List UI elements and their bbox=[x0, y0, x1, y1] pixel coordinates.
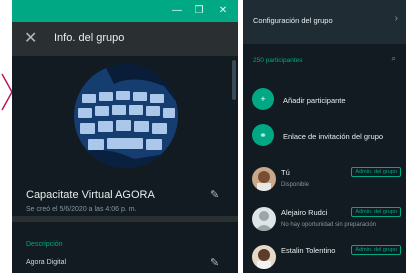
member-name: Alejairo Rudci bbox=[281, 208, 328, 217]
avatar bbox=[252, 207, 276, 231]
window-close-button[interactable]: ✕ bbox=[216, 4, 230, 18]
member-status: No hay oportunidad sin preparación bbox=[281, 222, 377, 228]
close-info-icon[interactable]: ✕ bbox=[24, 29, 37, 49]
info-header-title: Info. del grupo bbox=[54, 32, 125, 44]
edit-description-pencil-icon[interactable]: ✎ bbox=[210, 256, 219, 269]
group-profile-section: Capacitate Virtual AGORA ✎ Se creó el 5/… bbox=[12, 56, 238, 216]
edit-name-pencil-icon[interactable]: ✎ bbox=[210, 188, 219, 201]
description-label: Descripción bbox=[26, 241, 63, 248]
add-participant-label: Añadir participante bbox=[283, 96, 346, 105]
member-status: Disponible bbox=[281, 182, 310, 188]
info-header: ✕ Info. del grupo bbox=[12, 22, 238, 56]
group-photo[interactable] bbox=[74, 64, 178, 168]
group-settings-row[interactable]: Configuración del grupo › bbox=[243, 0, 406, 44]
participants-panel: Configuración del grupo › 250 participan… bbox=[243, 0, 406, 273]
member-row[interactable]: Estalin Tolentino Admin. del grupo bbox=[243, 238, 406, 273]
link-icon: ⚭ bbox=[252, 124, 274, 146]
scrollbar[interactable] bbox=[232, 60, 236, 100]
member-row[interactable]: Tú Disponible Admin. del grupo bbox=[243, 160, 406, 200]
group-settings-label: Configuración del grupo bbox=[253, 16, 333, 25]
avatar bbox=[252, 245, 276, 269]
maximize-button[interactable]: ❐ bbox=[192, 4, 206, 18]
participants-count: 250 participantes bbox=[253, 57, 303, 64]
chevron-right-icon: › bbox=[394, 13, 398, 24]
add-participant-icon: + bbox=[252, 88, 274, 110]
search-participants-icon[interactable]: ⌕ bbox=[392, 54, 396, 64]
window-title-bar: — ❐ ✕ bbox=[12, 0, 238, 22]
member-name: Estalin Tolentino bbox=[281, 246, 336, 255]
minimize-button[interactable]: — bbox=[170, 4, 184, 18]
admin-badge: Admin. del grupo bbox=[351, 167, 401, 177]
member-name: Tú bbox=[281, 168, 290, 177]
invite-link-label: Enlace de invitación del grupo bbox=[283, 132, 384, 141]
member-row[interactable]: Alejairo Rudci No hay oportunidad sin pr… bbox=[243, 200, 406, 240]
group-description-section: Descripción Agora Digital ✎ bbox=[12, 222, 238, 273]
group-created-date: Se creó el 5/6/2020 a las 4:06 p. m. bbox=[26, 206, 137, 213]
admin-badge: Admin. del grupo bbox=[351, 245, 401, 255]
description-value: Agora Digital bbox=[26, 259, 67, 266]
avatar bbox=[252, 167, 276, 191]
admin-badge: Admin. del grupo bbox=[351, 207, 401, 217]
group-name: Capacitate Virtual AGORA bbox=[26, 189, 155, 201]
group-info-window: — ❐ ✕ ✕ Info. del grupo Capacitate Virtu… bbox=[12, 0, 238, 273]
keyboard-photo-icon bbox=[74, 64, 178, 168]
